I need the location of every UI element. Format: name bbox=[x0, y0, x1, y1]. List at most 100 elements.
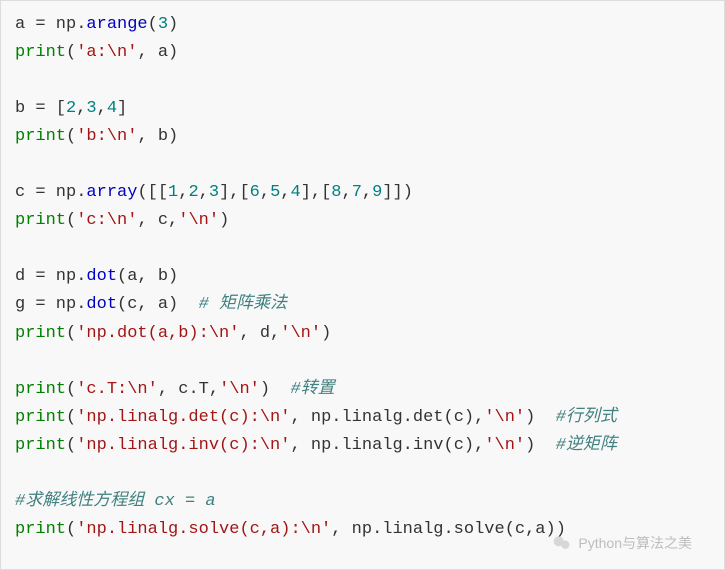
paren: ([[ bbox=[137, 183, 168, 202]
blank-line bbox=[15, 235, 710, 263]
paren: ( bbox=[66, 211, 76, 230]
num-literal: 8 bbox=[331, 183, 341, 202]
code-line-7: d = np.dot(a, b) bbox=[15, 263, 710, 291]
num-literal: 5 bbox=[270, 183, 280, 202]
code-text: d = np. bbox=[15, 267, 86, 286]
code-text: , np.linalg.inv(c), bbox=[290, 436, 484, 455]
code-line-9: print('np.dot(a,b):\n', d,'\n') bbox=[15, 320, 710, 348]
paren: ) bbox=[525, 408, 556, 427]
comment: #转置 bbox=[290, 380, 334, 399]
code-text: a = np. bbox=[15, 15, 86, 34]
blank-line bbox=[15, 67, 710, 95]
paren: (a, b) bbox=[117, 267, 178, 286]
comma: , bbox=[97, 99, 107, 118]
code-text: b = [ bbox=[15, 99, 66, 118]
string-literal: 'c:\n' bbox=[76, 211, 137, 230]
string-literal: '\n' bbox=[280, 324, 321, 343]
num-literal: 2 bbox=[66, 99, 76, 118]
paren: ( bbox=[66, 43, 76, 62]
string-literal: 'np.linalg.inv(c):\n' bbox=[76, 436, 290, 455]
comment: #逆矩阵 bbox=[556, 436, 617, 455]
paren: ( bbox=[66, 408, 76, 427]
comma: , bbox=[178, 183, 188, 202]
num-literal: 3 bbox=[86, 99, 96, 118]
blank-line bbox=[15, 348, 710, 376]
bracket: ],[ bbox=[219, 183, 250, 202]
kw-print: print bbox=[15, 43, 66, 62]
code-line-3: b = [2,3,4] bbox=[15, 95, 710, 123]
string-literal: '\n' bbox=[178, 211, 219, 230]
fn-array: array bbox=[86, 183, 137, 202]
num-literal: 6 bbox=[250, 183, 260, 202]
code-text: , a) bbox=[137, 43, 178, 62]
paren: ) bbox=[168, 15, 178, 34]
string-literal: 'np.linalg.det(c):\n' bbox=[76, 408, 290, 427]
string-literal: 'a:\n' bbox=[76, 43, 137, 62]
code-text: , np.linalg.solve(c,a)) bbox=[331, 520, 566, 539]
code-block: a = np.arange(3) print('a:\n', a) b = [2… bbox=[0, 0, 725, 570]
blank-line bbox=[15, 151, 710, 179]
code-text: c = np. bbox=[15, 183, 86, 202]
paren: ( bbox=[66, 324, 76, 343]
code-line-14: print('np.linalg.solve(c,a):\n', np.lina… bbox=[15, 516, 710, 544]
kw-print: print bbox=[15, 380, 66, 399]
code-line-2: print('a:\n', a) bbox=[15, 39, 710, 67]
fn-arange: arange bbox=[86, 15, 147, 34]
code-line-10: print('c.T:\n', c.T,'\n') #转置 bbox=[15, 376, 710, 404]
kw-print: print bbox=[15, 211, 66, 230]
code-text: , c.T, bbox=[158, 380, 219, 399]
paren: ( bbox=[66, 380, 76, 399]
num-literal: 2 bbox=[188, 183, 198, 202]
kw-print: print bbox=[15, 324, 66, 343]
paren: ) bbox=[525, 436, 556, 455]
num-literal: 7 bbox=[352, 183, 362, 202]
num-literal: 4 bbox=[290, 183, 300, 202]
comment: #求解线性方程组 cx = a bbox=[15, 492, 216, 511]
string-literal: 'np.dot(a,b):\n' bbox=[76, 324, 239, 343]
code-text: , np.linalg.det(c), bbox=[290, 408, 484, 427]
bracket: ] bbox=[117, 99, 127, 118]
paren: ( bbox=[66, 436, 76, 455]
code-text: , c, bbox=[137, 211, 178, 230]
fn-dot: dot bbox=[86, 295, 117, 314]
comment: #行列式 bbox=[556, 408, 617, 427]
paren: ( bbox=[66, 520, 76, 539]
paren: ( bbox=[66, 127, 76, 146]
bracket: ]]) bbox=[382, 183, 413, 202]
comma: , bbox=[342, 183, 352, 202]
fn-dot: dot bbox=[86, 267, 117, 286]
string-literal: '\n' bbox=[484, 436, 525, 455]
num-literal: 9 bbox=[372, 183, 382, 202]
num-literal: 3 bbox=[209, 183, 219, 202]
code-line-11: print('np.linalg.det(c):\n', np.linalg.d… bbox=[15, 404, 710, 432]
kw-print: print bbox=[15, 520, 66, 539]
code-line-1: a = np.arange(3) bbox=[15, 11, 710, 39]
code-line-4: print('b:\n', b) bbox=[15, 123, 710, 151]
paren: ) bbox=[219, 211, 229, 230]
kw-print: print bbox=[15, 127, 66, 146]
code-line-6: print('c:\n', c,'\n') bbox=[15, 207, 710, 235]
paren: (c, a) bbox=[117, 295, 199, 314]
num-literal: 3 bbox=[158, 15, 168, 34]
comma: , bbox=[362, 183, 372, 202]
code-text: g = np. bbox=[15, 295, 86, 314]
string-literal: 'b:\n' bbox=[76, 127, 137, 146]
string-literal: 'np.linalg.solve(c,a):\n' bbox=[76, 520, 331, 539]
code-line-13: #求解线性方程组 cx = a bbox=[15, 488, 710, 516]
comma: , bbox=[260, 183, 270, 202]
comma: , bbox=[76, 99, 86, 118]
num-literal: 1 bbox=[168, 183, 178, 202]
string-literal: '\n' bbox=[484, 408, 525, 427]
code-line-12: print('np.linalg.inv(c):\n', np.linalg.i… bbox=[15, 432, 710, 460]
kw-print: print bbox=[15, 436, 66, 455]
blank-line bbox=[15, 460, 710, 488]
paren: ) bbox=[260, 380, 291, 399]
string-literal: 'c.T:\n' bbox=[76, 380, 158, 399]
num-literal: 4 bbox=[107, 99, 117, 118]
comma: , bbox=[280, 183, 290, 202]
paren: ( bbox=[148, 15, 158, 34]
code-line-5: c = np.array([[1,2,3],[6,5,4],[8,7,9]]) bbox=[15, 179, 710, 207]
string-literal: '\n' bbox=[219, 380, 260, 399]
comma: , bbox=[199, 183, 209, 202]
bracket: ],[ bbox=[301, 183, 332, 202]
